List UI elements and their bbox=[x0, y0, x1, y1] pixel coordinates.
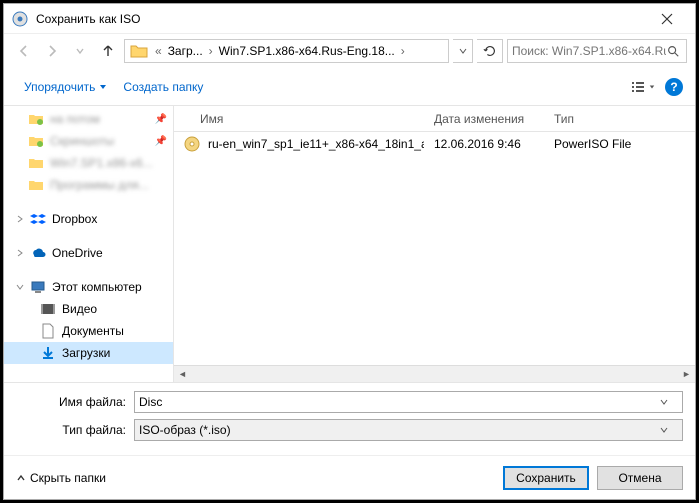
sidebar-item-pinned[interactable]: Win7.SP1.x86-x6... bbox=[4, 152, 173, 174]
folder-icon bbox=[28, 177, 44, 193]
filename-label: Имя файла: bbox=[16, 395, 126, 409]
filetype-label: Тип файла: bbox=[16, 423, 126, 437]
sidebar-item-pc[interactable]: Этот компьютер bbox=[4, 276, 173, 298]
new-folder-button[interactable]: Создать папку bbox=[115, 76, 211, 98]
filetype-value: ISO-образ (*.iso) bbox=[139, 423, 660, 437]
folder-icon bbox=[129, 41, 149, 61]
search-input[interactable] bbox=[512, 44, 666, 58]
video-icon bbox=[40, 301, 56, 317]
forward-button[interactable] bbox=[40, 39, 64, 63]
up-button[interactable] bbox=[96, 39, 120, 63]
close-button[interactable] bbox=[647, 5, 687, 33]
filetype-field[interactable]: ISO-образ (*.iso) bbox=[134, 419, 683, 441]
col-name[interactable]: Имя bbox=[174, 112, 424, 126]
file-list: Имя Дата изменения Тип ru-en_win7_sp1_ie… bbox=[174, 106, 695, 382]
col-type[interactable]: Тип bbox=[544, 112, 695, 126]
save-dialog: Сохранить как ISO « Загр... › Win7.SP1.x… bbox=[3, 3, 696, 500]
chevron-right-icon: › bbox=[207, 44, 215, 58]
search-box[interactable] bbox=[507, 39, 687, 63]
pin-icon: 📌 bbox=[155, 136, 167, 147]
chevron-right-icon: › bbox=[399, 44, 407, 58]
pin-icon: 📌 bbox=[155, 114, 167, 125]
onedrive-icon bbox=[30, 245, 46, 261]
chevron-down-icon[interactable] bbox=[660, 426, 678, 434]
crumb-1[interactable]: Загр... bbox=[164, 44, 207, 58]
hide-folders-button[interactable]: Скрыть папки bbox=[16, 471, 106, 485]
sidebar-item-video[interactable]: Видео bbox=[4, 298, 173, 320]
sidebar-item-dropbox[interactable]: Dropbox bbox=[4, 208, 173, 230]
sidebar-item-downloads[interactable]: Загрузки bbox=[4, 342, 173, 364]
chevron-right-icon bbox=[16, 215, 24, 223]
filename-panel: Имя файла: Тип файла: ISO-образ (*.iso) bbox=[4, 382, 695, 455]
scroll-left-icon[interactable]: ◄ bbox=[174, 366, 191, 383]
file-row[interactable]: ru-en_win7_sp1_ie11+_x86-x64_18in1_acti.… bbox=[174, 132, 695, 156]
save-button[interactable]: Сохранить bbox=[503, 466, 589, 490]
body: на потом📌 Скриншоты📌 Win7.SP1.x86-x6... … bbox=[4, 106, 695, 382]
col-date[interactable]: Дата изменения bbox=[424, 112, 544, 126]
cancel-button[interactable]: Отмена bbox=[597, 466, 683, 490]
help-button[interactable]: ? bbox=[665, 78, 683, 96]
folder-icon bbox=[28, 133, 44, 149]
horizontal-scrollbar[interactable]: ◄ ► bbox=[174, 365, 695, 382]
dropbox-icon bbox=[30, 211, 46, 227]
sidebar-item-documents[interactable]: Документы bbox=[4, 320, 173, 342]
sidebar-item-pinned[interactable]: Скриншоты📌 bbox=[4, 130, 173, 152]
app-icon bbox=[12, 11, 28, 27]
computer-icon bbox=[30, 279, 46, 295]
documents-icon bbox=[40, 323, 56, 339]
recent-dropdown[interactable] bbox=[68, 39, 92, 63]
chevron-left-icon: « bbox=[153, 44, 164, 58]
window-title: Сохранить как ISO bbox=[36, 12, 647, 26]
chevron-right-icon bbox=[16, 249, 24, 257]
sidebar-item-pinned[interactable]: Программы для... bbox=[4, 174, 173, 196]
path-dropdown[interactable] bbox=[453, 39, 473, 63]
downloads-icon bbox=[40, 345, 56, 361]
navbar: « Загр... › Win7.SP1.x86-x64.Rus-Eng.18.… bbox=[4, 34, 695, 68]
chevron-down-icon[interactable] bbox=[660, 398, 678, 406]
organize-button[interactable]: Упорядочить bbox=[16, 76, 115, 98]
filename-field[interactable] bbox=[134, 391, 683, 413]
disc-icon bbox=[184, 136, 200, 152]
sidebar-item-onedrive[interactable]: OneDrive bbox=[4, 242, 173, 264]
breadcrumb[interactable]: « Загр... › Win7.SP1.x86-x64.Rus-Eng.18.… bbox=[124, 39, 449, 63]
chevron-up-icon bbox=[16, 473, 26, 483]
column-headers: Имя Дата изменения Тип bbox=[174, 106, 695, 132]
toolbar: Упорядочить Создать папку ? bbox=[4, 68, 695, 106]
chevron-down-icon bbox=[16, 283, 24, 291]
folder-icon bbox=[28, 155, 44, 171]
file-rows: ru-en_win7_sp1_ie11+_x86-x64_18in1_acti.… bbox=[174, 132, 695, 365]
search-icon bbox=[666, 44, 682, 58]
titlebar: Сохранить как ISO bbox=[4, 4, 695, 34]
action-bar: Скрыть папки Сохранить Отмена bbox=[4, 455, 695, 499]
refresh-button[interactable] bbox=[477, 39, 503, 63]
crumb-2[interactable]: Win7.SP1.x86-x64.Rus-Eng.18... bbox=[215, 44, 399, 58]
sidebar-item-pinned[interactable]: на потом📌 bbox=[4, 108, 173, 130]
filename-input[interactable] bbox=[139, 395, 660, 409]
folder-icon bbox=[28, 111, 44, 127]
back-button[interactable] bbox=[12, 39, 36, 63]
scroll-right-icon[interactable]: ► bbox=[678, 366, 695, 383]
sidebar: на потом📌 Скриншоты📌 Win7.SP1.x86-x6... … bbox=[4, 106, 174, 382]
view-options-button[interactable] bbox=[629, 75, 657, 99]
